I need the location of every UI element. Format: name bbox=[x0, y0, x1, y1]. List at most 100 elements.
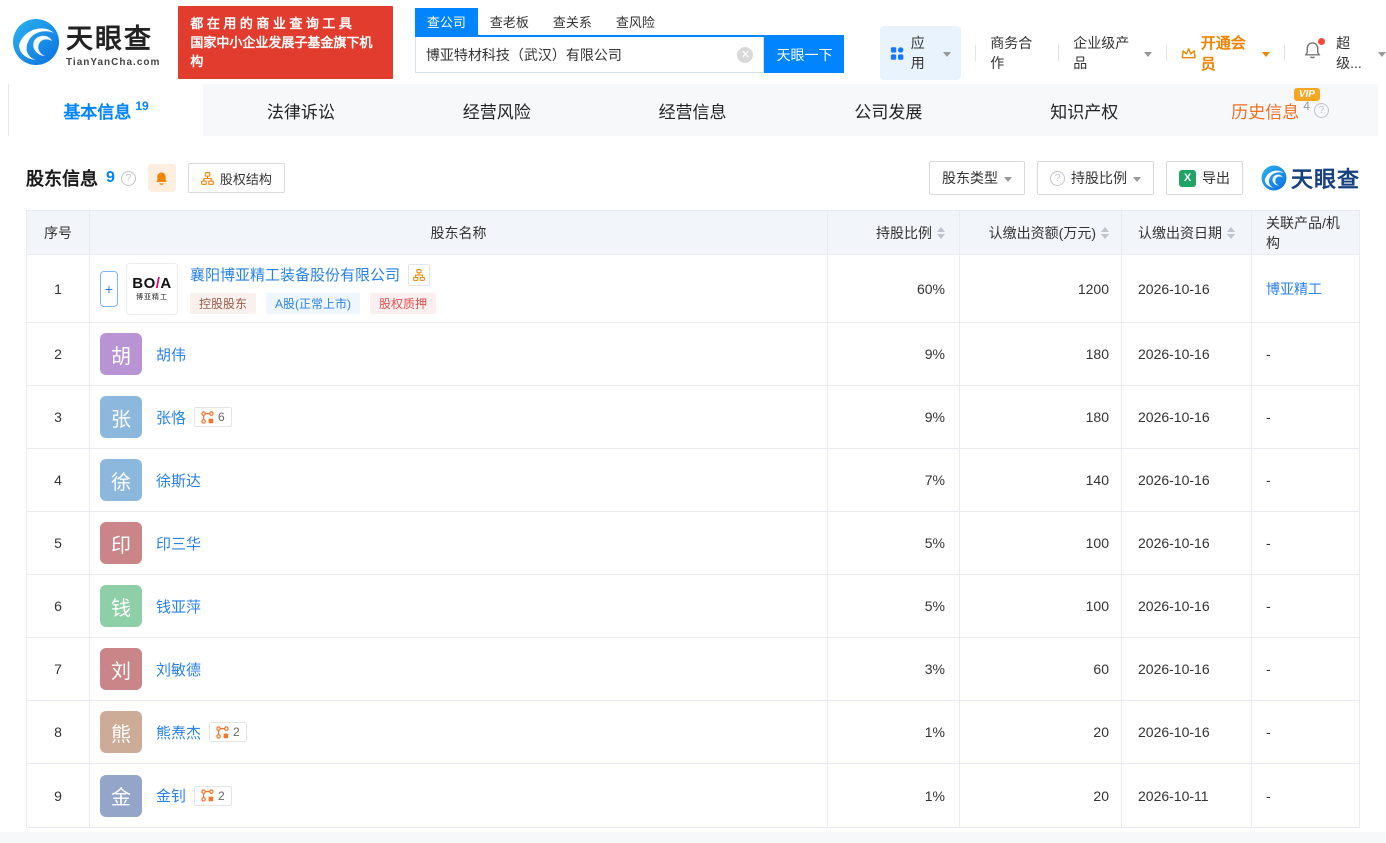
nav-tab-label: 基本信息 bbox=[63, 102, 132, 122]
col-subscribed-amount[interactable]: 认缴出资额(万元) bbox=[959, 211, 1121, 254]
equity-chart-button[interactable] bbox=[408, 263, 431, 286]
nav-tab-2[interactable]: 经营风险 bbox=[399, 84, 595, 136]
search-value[interactable]: 博亚特材科技（武汉）有限公司 bbox=[426, 45, 738, 65]
nav-tab-1[interactable]: 法律诉讼 bbox=[203, 84, 399, 136]
shareholder-section-header: 股东信息 9 ? 股权结构 股东类型 ? 持股比例 X 导出 天眼查 bbox=[26, 160, 1360, 196]
nav-tab-5[interactable]: 知识产权 bbox=[986, 84, 1182, 136]
subscribed-date: 2026-10-16 bbox=[1121, 449, 1251, 511]
nav-tab-3[interactable]: 经营信息 bbox=[595, 84, 791, 136]
section-count: 9 bbox=[106, 169, 115, 186]
shareholder-cell: 刘刘敏德 bbox=[89, 638, 827, 700]
shareholder-name-link[interactable]: 刘敏德 bbox=[156, 659, 201, 680]
menu-business-cooperation[interactable]: 商务合作 bbox=[990, 33, 1044, 73]
table-header: 序号 股东名称 持股比例 认缴出资额(万元) 认缴出资日期 关联产品/机构 bbox=[27, 211, 1359, 255]
col-subscribed-date[interactable]: 认缴出资日期 bbox=[1121, 211, 1251, 254]
subscribed-amount: 100 bbox=[959, 575, 1121, 637]
excel-icon: X bbox=[1178, 169, 1196, 187]
open-vip-button[interactable]: 开通会员 bbox=[1181, 32, 1271, 74]
shareholder-name-link[interactable]: 金钊 bbox=[156, 785, 186, 806]
shareholder-cell: 金金钊 2 bbox=[89, 764, 827, 827]
search-widget: 查公司 查老板 查关系 查风险 博亚特材科技（武汉）有限公司 ✕ 天眼一下 bbox=[414, 8, 845, 73]
subscribed-date: 2026-10-16 bbox=[1121, 255, 1251, 322]
monitor-bell-button[interactable] bbox=[147, 164, 176, 192]
col-shareholder-name: 股东名称 bbox=[89, 211, 827, 254]
subscribed-amount: 140 bbox=[959, 449, 1121, 511]
equity-structure-button[interactable]: 股权结构 bbox=[187, 163, 285, 193]
table-row: 1 + BO/A 博亚精工 襄阳博亚精工装备股份有限公司 控股股东 A股(正常上市) 股权质押… bbox=[27, 255, 1359, 323]
search-button[interactable]: 天眼一下 bbox=[764, 37, 845, 73]
tianyancha-logo[interactable]: 天眼查 TianYanCha.com bbox=[12, 17, 160, 68]
chevron-down-icon bbox=[1003, 176, 1012, 182]
menu-enterprise-products[interactable]: 企业级产品 bbox=[1073, 33, 1153, 73]
slogan-banner: 都在用的商业查询工具 国家中小企业发展子基金旗下机构 bbox=[178, 5, 393, 79]
search-tab-2[interactable]: 查关系 bbox=[541, 8, 604, 35]
export-button[interactable]: X 导出 bbox=[1165, 161, 1243, 195]
shareholder-name-link[interactable]: 印三华 bbox=[156, 533, 201, 554]
shareholder-name-link[interactable]: 张恪 bbox=[156, 407, 186, 428]
related-companies-badge[interactable]: 2 bbox=[194, 785, 232, 806]
row-index: 1 bbox=[54, 280, 62, 297]
sort-icon[interactable] bbox=[937, 226, 945, 239]
nav-tab-4[interactable]: 公司发展 bbox=[790, 84, 986, 136]
tag: 股权质押 bbox=[370, 292, 437, 314]
shareholder-type-filter[interactable]: 股东类型 bbox=[928, 161, 1025, 195]
search-tab-3[interactable]: 查风险 bbox=[604, 8, 667, 35]
nav-tab-label: 历史信息 bbox=[1231, 102, 1300, 122]
shareholder-name-link[interactable]: 钱亚萍 bbox=[156, 596, 201, 617]
nav-tab-6[interactable]: VIP 历史信息 4? bbox=[1182, 84, 1378, 136]
logo-swirl-icon bbox=[1261, 165, 1287, 191]
logo-swirl-icon bbox=[13, 19, 59, 65]
watermark-text: 天眼查 bbox=[1290, 167, 1360, 192]
notifications-bell[interactable] bbox=[1303, 38, 1326, 65]
expand-button[interactable]: + bbox=[100, 270, 118, 307]
notification-dot bbox=[1318, 38, 1326, 45]
help-icon[interactable]: ? bbox=[120, 170, 136, 186]
nav-tab-label: 经营信息 bbox=[658, 102, 727, 122]
shareholder-cell: 张张恪 6 bbox=[89, 386, 827, 448]
row-index: 3 bbox=[54, 409, 62, 425]
shareholder-name-link[interactable]: 襄阳博亚精工装备股份有限公司 bbox=[190, 264, 400, 285]
holding-ratio-filter[interactable]: ? 持股比例 bbox=[1036, 161, 1154, 195]
avatar: 钱 bbox=[100, 585, 142, 627]
nav-tab-label: 经营风险 bbox=[462, 102, 531, 122]
vip-badge: VIP bbox=[1293, 88, 1320, 101]
table-row: 3 张张恪 6 9% 180 2026-10-16- bbox=[27, 386, 1359, 449]
subscribed-date: 2026-10-16 bbox=[1121, 638, 1251, 700]
related-product: - bbox=[1251, 638, 1359, 700]
holding-ratio: 3% bbox=[827, 638, 959, 700]
shareholder-name-link[interactable]: 徐斯达 bbox=[156, 470, 201, 491]
subscribed-date: 2026-10-16 bbox=[1121, 575, 1251, 637]
apps-menu[interactable]: 应用 bbox=[880, 26, 962, 80]
search-tab-0[interactable]: 查公司 bbox=[414, 8, 478, 35]
table-row: 5 印印三华 5% 100 2026-10-16- bbox=[27, 512, 1359, 575]
related-product: - bbox=[1251, 323, 1359, 385]
search-input[interactable]: 博亚特材科技（武汉）有限公司 ✕ bbox=[414, 37, 765, 73]
shareholder-name-link[interactable]: 熊焘杰 bbox=[156, 722, 201, 743]
logo-subtitle: TianYanCha.com bbox=[66, 56, 161, 68]
related-product[interactable]: 博亚精工 bbox=[1251, 255, 1359, 322]
holding-ratio: 1% bbox=[827, 764, 959, 827]
crown-icon bbox=[1181, 48, 1197, 59]
divider bbox=[1166, 45, 1168, 61]
nav-tab-0[interactable]: 基本信息 19 bbox=[9, 84, 203, 136]
search-tab-1[interactable]: 查老板 bbox=[478, 8, 541, 35]
chevron-down-icon bbox=[1144, 51, 1153, 57]
row-index: 7 bbox=[54, 661, 62, 677]
menu-super-vip[interactable]: 超级... bbox=[1336, 33, 1386, 73]
holding-ratio: 60% bbox=[827, 255, 959, 322]
chevron-down-icon bbox=[1262, 51, 1271, 57]
related-companies-badge[interactable]: 2 bbox=[209, 722, 247, 742]
sort-icon[interactable] bbox=[1227, 226, 1235, 239]
clear-icon[interactable]: ✕ bbox=[737, 46, 754, 63]
shareholder-name-link[interactable]: 胡伟 bbox=[156, 344, 186, 365]
related-product: - bbox=[1251, 386, 1359, 448]
nav-tab-label: 公司发展 bbox=[854, 102, 923, 122]
shareholder-cell: 钱钱亚萍 bbox=[89, 575, 827, 637]
shareholder-cell: 胡胡伟 bbox=[89, 323, 827, 385]
related-companies-badge[interactable]: 6 bbox=[194, 407, 232, 427]
subscribed-amount: 20 bbox=[959, 701, 1121, 763]
col-holding-ratio[interactable]: 持股比例 bbox=[827, 211, 959, 254]
subscribed-date: 2026-10-16 bbox=[1121, 323, 1251, 385]
avatar: 张 bbox=[100, 396, 142, 438]
sort-icon[interactable] bbox=[1101, 226, 1109, 239]
